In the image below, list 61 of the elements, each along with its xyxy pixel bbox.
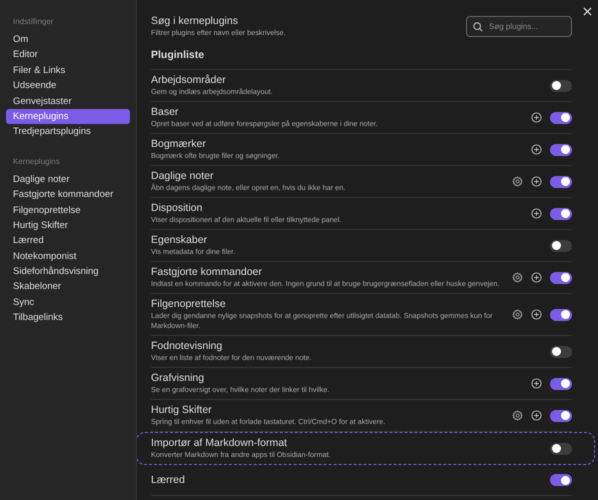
plus-circle-icon[interactable] (531, 272, 542, 283)
toggle-switch[interactable] (550, 240, 572, 252)
plugin-name: Disposition (151, 202, 204, 214)
sidebar-item[interactable]: Editor (6, 47, 130, 63)
sidebar-item[interactable]: Daglige noter (6, 172, 130, 188)
sidebar-item[interactable]: Filer & Links (6, 62, 130, 78)
plus-circle-icon[interactable] (531, 309, 542, 320)
sidebar-item[interactable]: Lærred (6, 233, 130, 249)
sidebar-item[interactable]: Skabeloner (6, 279, 130, 295)
plus-circle-icon[interactable] (531, 410, 542, 421)
sidebar-item[interactable]: Genvejstaster (6, 94, 130, 109)
gear-icon[interactable] (512, 309, 523, 320)
plus-circle-icon[interactable] (531, 112, 542, 123)
close-icon[interactable] (583, 7, 592, 16)
plugin-name: Importør af Markdown-format (151, 437, 288, 449)
sidebar-item[interactable]: Tilbagelinks (6, 310, 130, 326)
toggle-switch[interactable] (550, 176, 572, 188)
toggle-switch[interactable] (550, 208, 572, 220)
sidebar-item[interactable]: Hurtig Skifter (6, 218, 130, 234)
toggle-switch[interactable] (550, 442, 572, 454)
toggle-switch[interactable] (550, 378, 572, 390)
sidebar-item[interactable]: Udseende (6, 78, 130, 94)
toggle-switch[interactable] (550, 80, 572, 92)
sidebar-item[interactable]: Fastgjorte kommandoer (6, 187, 130, 203)
plugin-name: Fastgjorte kommandoer (151, 266, 263, 278)
sidebar-item[interactable]: Filgenoprettelse (6, 202, 130, 218)
plugin-name: Fodnotevisning (151, 340, 224, 352)
plus-circle-icon[interactable] (531, 144, 542, 155)
plugin-name: Egenskaber (151, 234, 208, 246)
plugin-name: Lærred (151, 474, 186, 486)
plugin-name: Grafvisning (151, 372, 206, 384)
section-heading: Pluginliste (151, 49, 572, 70)
toggle-switch[interactable] (550, 308, 572, 320)
sidebar-item[interactable]: Sideforhåndsvisning (6, 264, 130, 280)
sidebar-item[interactable]: Tredjepartsplugins (6, 124, 130, 140)
sidebar-item[interactable]: Om (6, 32, 130, 48)
sidebar-heading: Kerneplugins (12, 156, 61, 168)
plugin-name: Bogmærker (151, 138, 207, 150)
plugin-name: Daglige noter (151, 170, 214, 182)
toggle-switch[interactable] (550, 410, 572, 422)
plugin-name: Hurtig Skifter (151, 404, 213, 416)
toggle-switch[interactable] (550, 346, 572, 358)
sidebar-heading: Indstillinger (12, 16, 54, 28)
plus-circle-icon[interactable] (531, 208, 542, 219)
plugin-name: Arbejdsområder (151, 74, 227, 86)
plugin-name: Baser (151, 106, 180, 118)
toggle-switch[interactable] (550, 474, 572, 486)
search-field[interactable]: Søg plugins... (466, 16, 572, 37)
plus-circle-icon[interactable] (531, 378, 542, 389)
toggle-switch[interactable] (550, 144, 572, 156)
toggle-switch[interactable] (550, 272, 572, 284)
plugin-name: Filgenoprettelse (151, 298, 227, 310)
gear-icon[interactable] (512, 176, 523, 187)
sidebar-item[interactable]: Sync (6, 294, 130, 310)
plus-circle-icon[interactable] (531, 176, 542, 187)
gear-icon[interactable] (512, 410, 523, 421)
gear-icon[interactable] (512, 272, 523, 283)
sidebar-item[interactable]: Kerneplugins (6, 108, 130, 124)
setting-title: Søg i kerneplugins (151, 15, 239, 27)
toggle-switch[interactable] (550, 112, 572, 124)
sidebar-item[interactable]: Notekomponist (6, 248, 130, 264)
